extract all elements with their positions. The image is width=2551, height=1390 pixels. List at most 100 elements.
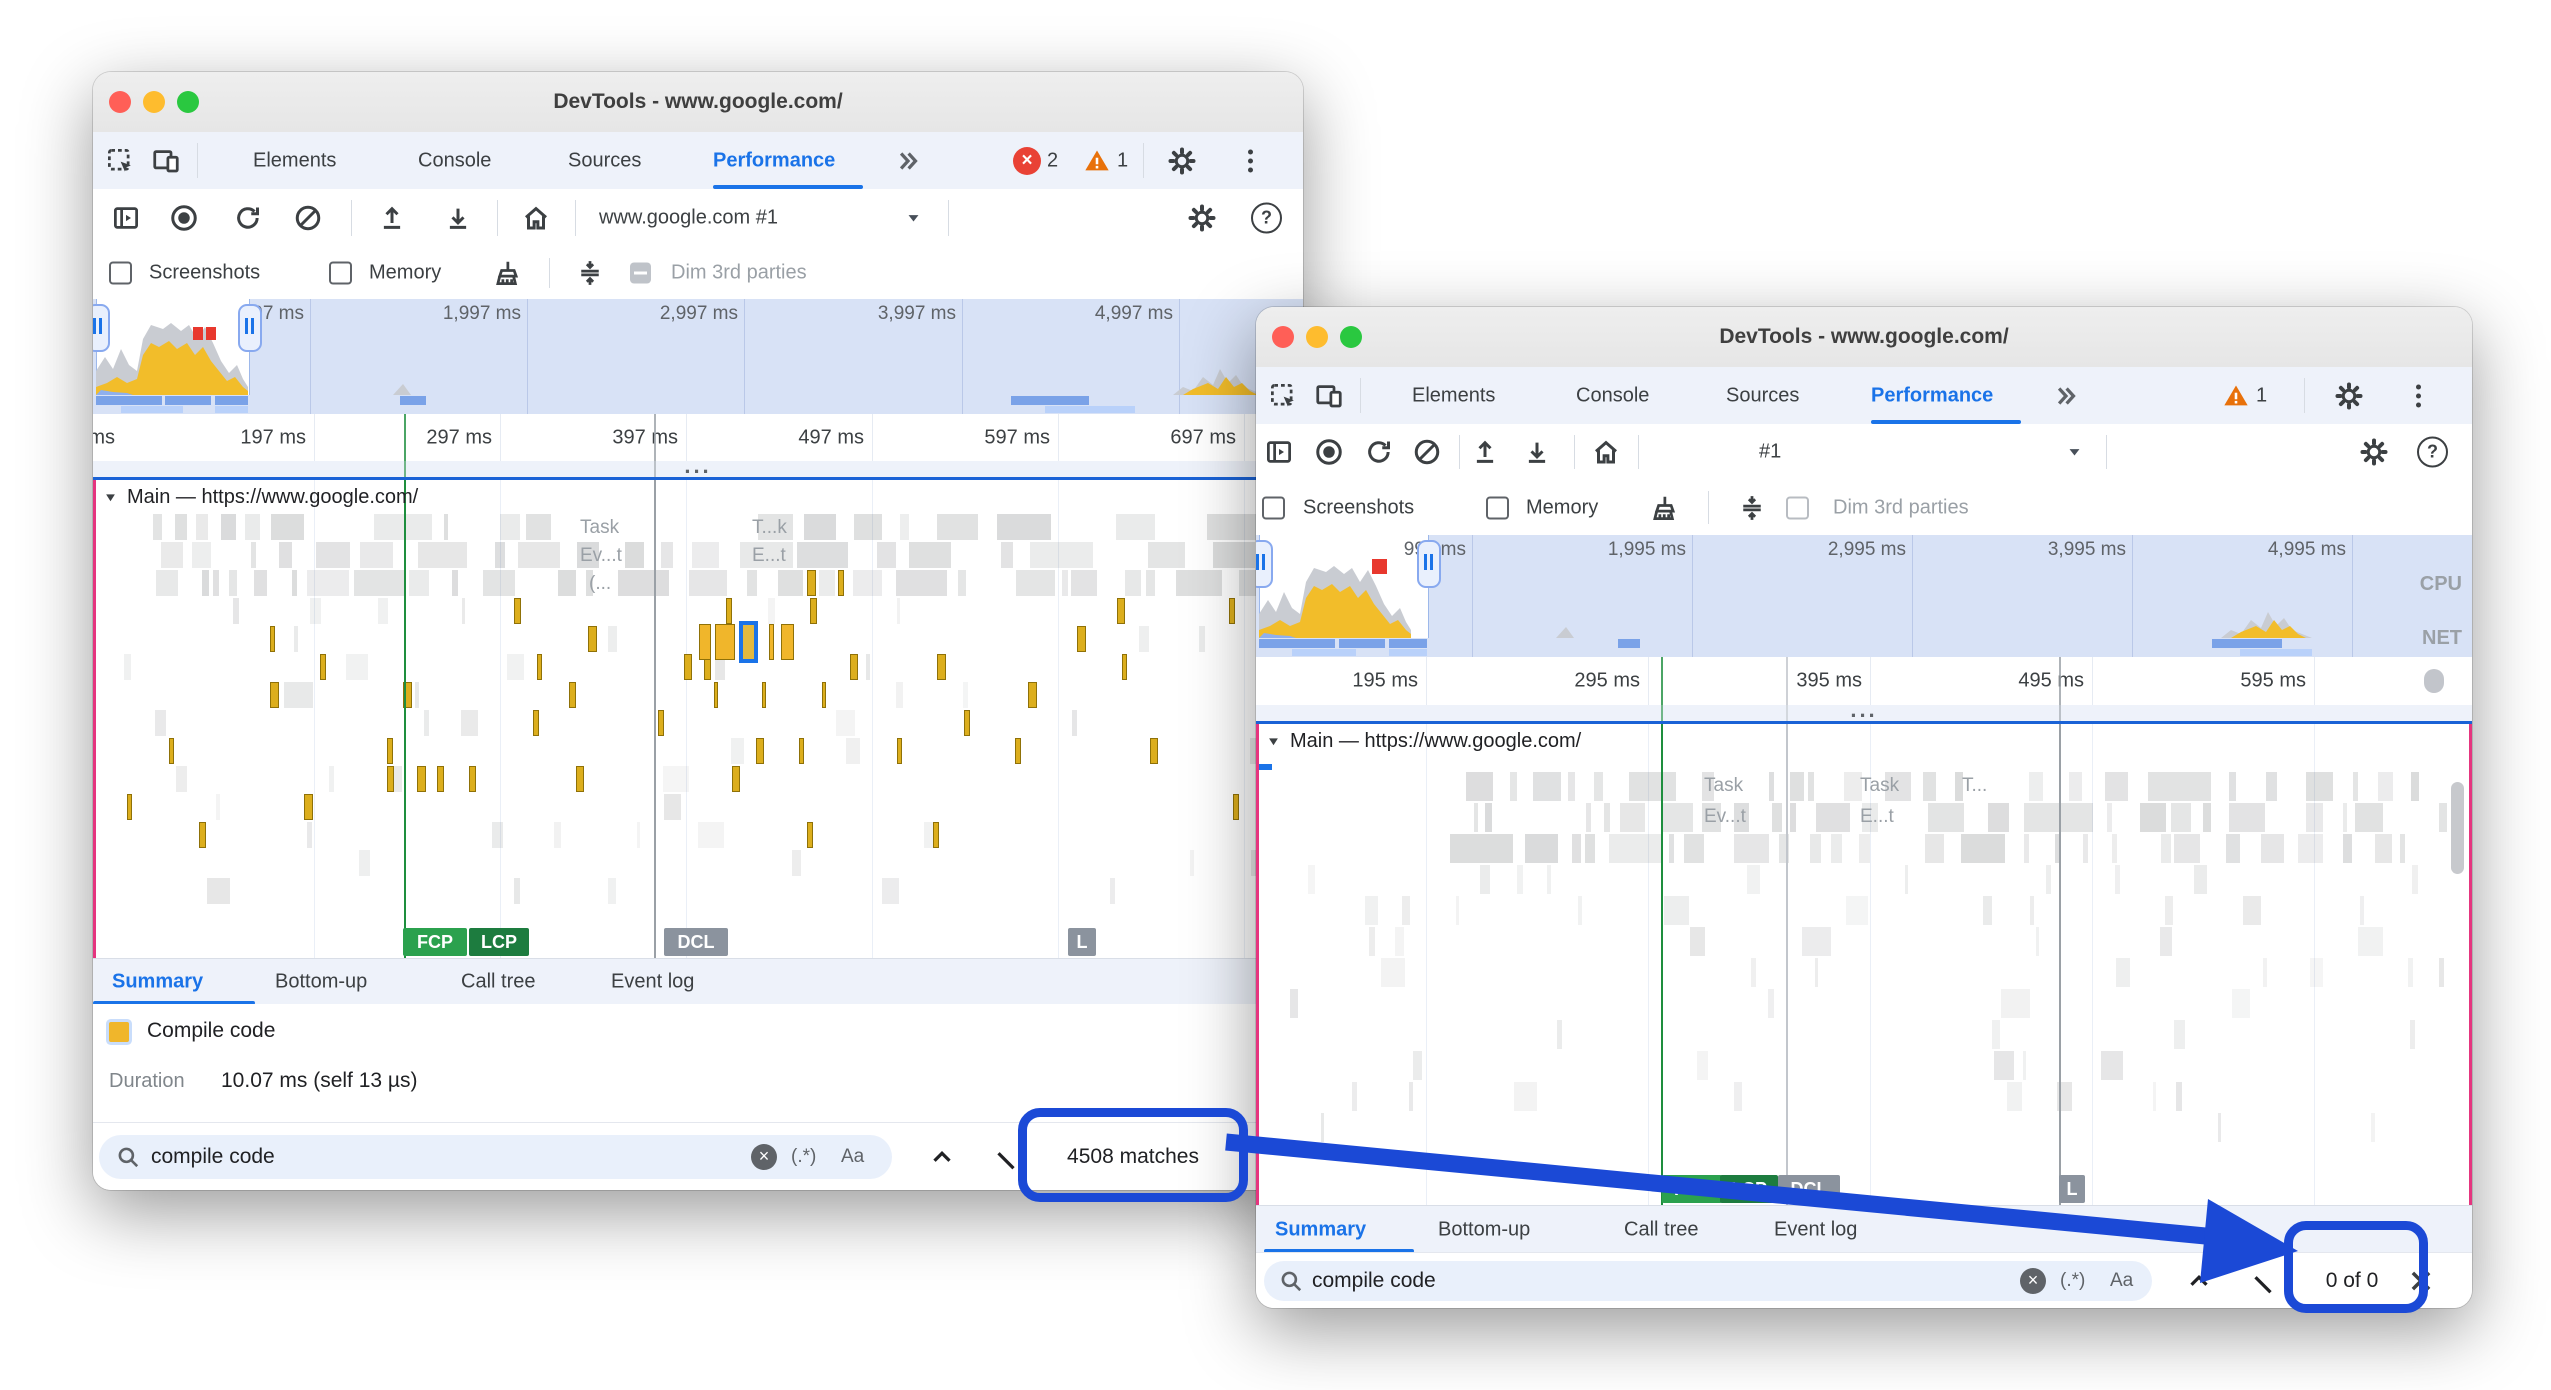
search-match-highlight[interactable] (714, 682, 718, 708)
flame-event[interactable] (854, 514, 883, 540)
search-input[interactable]: compile code×(.*)Aa (1264, 1261, 2152, 1301)
flame-event[interactable] (747, 570, 757, 596)
regex-toggle[interactable]: (.*) (2060, 1270, 2085, 1292)
minimap-left-handle[interactable] (1256, 540, 1273, 588)
flame-event[interactable] (882, 878, 900, 904)
search-match-highlight[interactable] (937, 654, 946, 680)
search-match-highlight[interactable] (533, 710, 540, 736)
flame-event[interactable] (1125, 570, 1140, 596)
disclosure-triangle-icon[interactable] (103, 490, 118, 505)
tab-sources[interactable]: Sources (1726, 384, 1799, 407)
timeline-overview[interactable]: 997 ms1,997 ms2,997 ms3,997 ms4,997 ms (93, 299, 1303, 414)
flame-event[interactable] (1207, 514, 1257, 540)
toggle-sidebar-icon[interactable] (111, 203, 141, 233)
search-match-highlight[interactable] (810, 598, 817, 624)
flame-event[interactable] (608, 878, 616, 904)
flame-event[interactable] (2306, 772, 2332, 801)
flame-event[interactable] (2176, 1082, 2181, 1111)
flame-event[interactable] (1815, 958, 1818, 987)
flame-event[interactable] (2261, 834, 2284, 863)
flame-event[interactable] (1808, 772, 1814, 801)
flame-event[interactable] (2160, 927, 2172, 956)
flame-event[interactable] (2116, 958, 2130, 987)
flame-event[interactable] (1514, 1082, 1537, 1111)
flame-event[interactable] (2030, 896, 2034, 925)
flame-event[interactable] (2343, 803, 2347, 832)
flame-event[interactable] (2174, 834, 2200, 863)
flame-event[interactable] (663, 766, 689, 792)
dim-3rd-parties-checkbox[interactable] (630, 263, 651, 284)
tab-console[interactable]: Console (418, 149, 491, 172)
tab-sources[interactable]: Sources (568, 149, 641, 172)
flame-event[interactable] (1533, 772, 1562, 801)
flame-event[interactable] (1609, 834, 1662, 863)
flame-event[interactable] (2069, 772, 2082, 801)
flame-event[interactable] (2112, 834, 2116, 863)
record-button[interactable] (169, 203, 199, 233)
flame-event[interactable] (1199, 626, 1205, 652)
flame-event[interactable] (1413, 1051, 1422, 1080)
tab-performance[interactable]: Performance (1871, 384, 1993, 407)
capture-settings-gear-icon[interactable] (2359, 437, 2389, 467)
flame-event[interactable] (1664, 896, 1689, 925)
flame-event[interactable] (153, 514, 161, 540)
flame-event[interactable] (1859, 834, 1869, 863)
collect-garbage-icon[interactable] (1648, 493, 1678, 523)
flame-event[interactable] (1466, 772, 1493, 801)
flame-event[interactable] (2007, 1082, 2022, 1111)
flame-event[interactable] (1557, 1020, 1562, 1049)
flame-event[interactable] (192, 542, 211, 568)
flame-event[interactable] (207, 878, 230, 904)
load-profile-icon[interactable] (1470, 437, 1500, 467)
flame-event[interactable] (877, 542, 897, 568)
flame-event[interactable] (2029, 772, 2042, 801)
tab-elements[interactable]: Elements (1412, 384, 1495, 407)
flame-event[interactable] (618, 570, 669, 596)
memory-checkbox[interactable] (1486, 496, 1509, 519)
flame-event[interactable] (1213, 542, 1255, 568)
flame-event[interactable] (251, 542, 256, 568)
flame-event[interactable] (216, 794, 221, 820)
overview-scrollbar-dot[interactable] (2424, 669, 2444, 693)
selected-event[interactable] (739, 621, 758, 663)
search-match-highlight[interactable] (756, 738, 764, 764)
flame-event[interactable] (1790, 772, 1804, 801)
search-match-highlight[interactable] (169, 738, 175, 764)
flame-event[interactable] (2343, 834, 2353, 863)
live-metrics-icon[interactable] (1591, 437, 1621, 467)
settings-gear-icon[interactable] (2334, 381, 2364, 411)
tab-performance[interactable]: Performance (713, 149, 835, 172)
flame-event[interactable] (2174, 1020, 2185, 1049)
flame-event[interactable] (2001, 989, 2031, 1018)
search-input[interactable]: compile code×(.*)Aa (99, 1135, 892, 1179)
flame-event[interactable] (2115, 865, 2120, 894)
flame-event[interactable] (1961, 834, 2004, 863)
screenshots-checkbox[interactable] (109, 262, 132, 285)
flame-event[interactable] (161, 542, 184, 568)
flame-event[interactable] (1747, 865, 1760, 894)
flame-event[interactable] (1190, 850, 1193, 876)
search-match-highlight[interactable] (304, 794, 313, 820)
flame-event[interactable] (2194, 865, 2207, 894)
search-match-highlight[interactable] (1117, 598, 1125, 624)
flame-event[interactable] (526, 514, 551, 540)
search-match-highlight[interactable] (1150, 738, 1158, 764)
save-profile-icon[interactable] (443, 203, 473, 233)
flame-event[interactable] (1572, 834, 1581, 863)
flame-event[interactable] (1072, 710, 1076, 736)
flame-event[interactable] (1585, 834, 1595, 863)
details-tab-call-tree[interactable]: Call tree (1624, 1218, 1698, 1241)
flame-event[interactable] (2400, 834, 2405, 863)
flame-event[interactable] (2410, 1020, 2414, 1049)
flame-event[interactable] (202, 570, 209, 596)
search-match-highlight[interactable] (1229, 598, 1235, 624)
regex-toggle[interactable]: (.*) (791, 1146, 816, 1168)
search-match-highlight[interactable] (807, 822, 814, 848)
flame-event[interactable] (1769, 772, 1774, 801)
match-case-toggle[interactable]: Aa (841, 1146, 864, 1168)
warning-icon[interactable] (2222, 382, 2250, 410)
flame-event[interactable] (896, 682, 903, 708)
flame-event[interactable] (2355, 803, 2383, 832)
search-query-text[interactable]: compile code (151, 1145, 275, 1169)
panel-resizer-band[interactable]: ... (1256, 705, 2472, 721)
